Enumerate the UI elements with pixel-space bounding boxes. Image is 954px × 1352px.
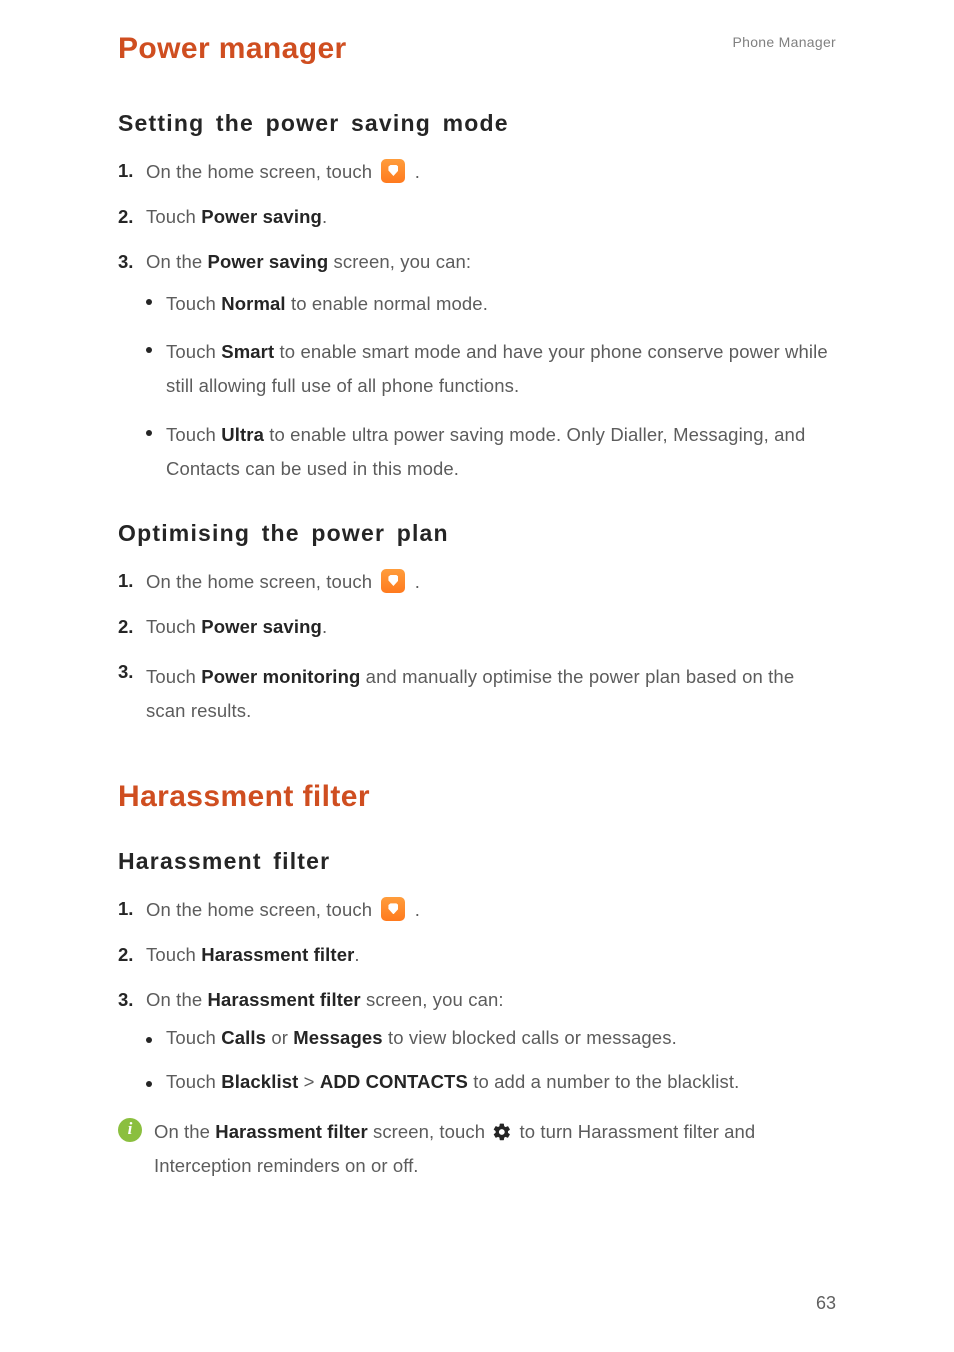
step-text: Touch: [146, 666, 201, 687]
step-text: .: [415, 571, 420, 592]
subheading-harassment: Harassment filter: [118, 848, 836, 875]
info-icon: [118, 1118, 142, 1142]
note-fragment: screen, touch: [368, 1121, 491, 1142]
step-text: On the: [146, 251, 208, 272]
bullet-text: Touch: [166, 1071, 221, 1092]
step-text: screen, you can:: [328, 251, 471, 272]
step-text: Touch: [146, 616, 201, 637]
step-text: .: [322, 206, 327, 227]
bold-label: Normal: [221, 293, 285, 314]
section-harassment: Harassment filter On the home screen, to…: [118, 848, 836, 1183]
step-text: screen, you can:: [361, 989, 504, 1010]
bullet-text: to view blocked calls or messages.: [383, 1027, 677, 1048]
subheading-power-saving: Setting the power saving mode: [118, 110, 836, 137]
step-3: Touch Power monitoring and manually opti…: [118, 660, 836, 728]
step-text: .: [415, 899, 420, 920]
step-text: On the home screen, touch: [146, 161, 377, 182]
phone-manager-app-icon: [381, 569, 405, 593]
bullet-text: to add a number to the blacklist.: [468, 1071, 739, 1092]
bold-label: Power saving: [201, 206, 322, 227]
bullet-list: Touch Normal to enable normal mode. Touc…: [146, 287, 836, 486]
page: Phone Manager Power manager Setting the …: [0, 0, 954, 1352]
bold-label: ADD CONTACTS: [320, 1071, 468, 1092]
bold-label: Blacklist: [221, 1071, 298, 1092]
step-text: On the home screen, touch: [146, 899, 377, 920]
steps-harassment: On the home screen, touch . Touch Harass…: [118, 897, 836, 1095]
bold-label: Calls: [221, 1027, 266, 1048]
bullet-text: Touch: [166, 293, 221, 314]
bullet-text: to enable normal mode.: [286, 293, 488, 314]
step-1: On the home screen, touch .: [118, 897, 836, 923]
bold-label: Power saving: [201, 616, 322, 637]
bullet-text: Touch: [166, 424, 221, 445]
steps-power-saving: On the home screen, touch . Touch Power …: [118, 159, 836, 486]
running-header: Phone Manager: [732, 34, 836, 50]
bullet-text: Touch: [166, 1027, 221, 1048]
step-text: On the: [146, 989, 208, 1010]
step-2: Touch Harassment filter.: [118, 943, 836, 968]
bold-label: Messages: [293, 1027, 382, 1048]
note-text: On the Harassment filter screen, touch t…: [154, 1115, 836, 1183]
bold-label: Power monitoring: [201, 666, 360, 687]
heading-harassment-filter: Harassment filter: [118, 780, 836, 814]
step-3: On the Power saving screen, you can: Tou…: [118, 250, 836, 486]
bullet-item: Touch Smart to enable smart mode and hav…: [146, 335, 836, 403]
phone-manager-app-icon: [381, 897, 405, 921]
bullet-item: Touch Calls or Messages to view blocked …: [146, 1025, 836, 1051]
bullet-list: Touch Calls or Messages to view blocked …: [146, 1025, 836, 1095]
step-text: On the home screen, touch: [146, 571, 377, 592]
info-note: On the Harassment filter screen, touch t…: [118, 1115, 836, 1183]
bullet-text: Touch: [166, 341, 221, 362]
step-3: On the Harassment filter screen, you can…: [118, 988, 836, 1095]
settings-icon: [492, 1119, 512, 1139]
step-text: Touch: [146, 206, 201, 227]
subheading-power-plan: Optimising the power plan: [118, 520, 836, 547]
bold-label: Harassment filter: [201, 944, 354, 965]
step-text: .: [322, 616, 327, 637]
step-2: Touch Power saving.: [118, 205, 836, 230]
bold-label: Harassment filter: [208, 989, 361, 1010]
step-text: .: [354, 944, 359, 965]
step-text: .: [415, 161, 420, 182]
bullet-text: >: [298, 1071, 319, 1092]
step-1: On the home screen, touch .: [118, 569, 836, 595]
step-text: Touch: [146, 944, 201, 965]
bullet-text: or: [266, 1027, 293, 1048]
page-number: 63: [816, 1293, 836, 1314]
bold-label: Harassment filter: [215, 1121, 368, 1142]
steps-power-plan: On the home screen, touch . Touch Power …: [118, 569, 836, 728]
note-fragment: On the: [154, 1121, 215, 1142]
step-2: Touch Power saving.: [118, 615, 836, 640]
heading-power-manager: Power manager: [118, 32, 836, 66]
section-power-saving: Setting the power saving mode On the hom…: [118, 110, 836, 486]
phone-manager-app-icon: [381, 159, 405, 183]
bold-label: Ultra: [221, 424, 264, 445]
bold-label: Smart: [221, 341, 274, 362]
section-power-plan: Optimising the power plan On the home sc…: [118, 520, 836, 728]
bold-label: Power saving: [208, 251, 329, 272]
bullet-item: Touch Blacklist > ADD CONTACTS to add a …: [146, 1069, 836, 1095]
bullet-item: Touch Ultra to enable ultra power saving…: [146, 418, 836, 486]
step-1: On the home screen, touch .: [118, 159, 836, 185]
bullet-item: Touch Normal to enable normal mode.: [146, 287, 836, 321]
